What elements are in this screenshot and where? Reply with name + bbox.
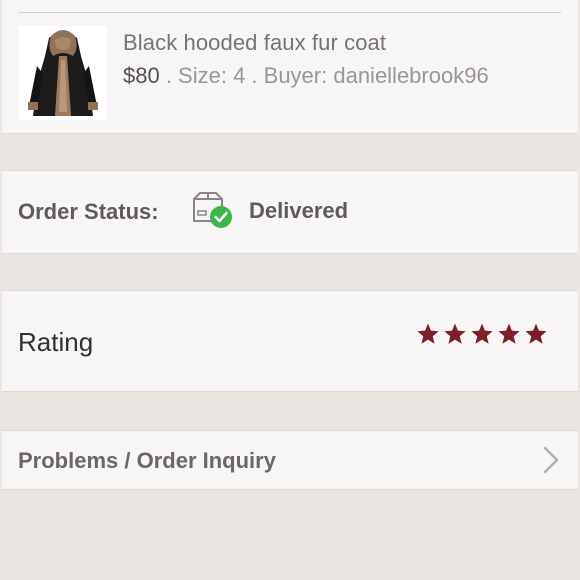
product-summary-card: Black hooded faux fur coat $80 . Size: 4… [2,0,578,134]
star-icon[interactable] [470,322,494,346]
order-status-label: Order Status: [18,199,159,224]
chevron-right-icon [543,446,559,474]
order-status-card: Order Status: Delivered [2,170,578,254]
product-size-buyer: . Size: 4 . Buyer: daniellebrook96 [159,63,489,88]
delivered-box-icon [190,189,236,231]
star-icon[interactable] [497,322,521,346]
star-icon[interactable] [524,322,548,346]
rating-label: Rating [18,327,94,357]
rating-card: Rating [2,290,578,392]
order-status-value: Delivered [249,198,349,223]
top-divider [19,12,561,13]
product-meta: $80 . Size: 4 . Buyer: daniellebrook96 [123,63,489,89]
order-inquiry-row[interactable]: Problems / Order Inquiry [2,430,578,490]
star-icon[interactable] [416,322,440,346]
order-inquiry-label: Problems / Order Inquiry [18,448,276,473]
product-price: $80 [123,63,160,88]
rating-stars[interactable] [416,322,548,348]
coat-image [19,26,107,120]
product-thumbnail[interactable] [19,26,107,120]
product-name[interactable]: Black hooded faux fur coat [123,30,386,56]
star-icon[interactable] [443,322,467,346]
